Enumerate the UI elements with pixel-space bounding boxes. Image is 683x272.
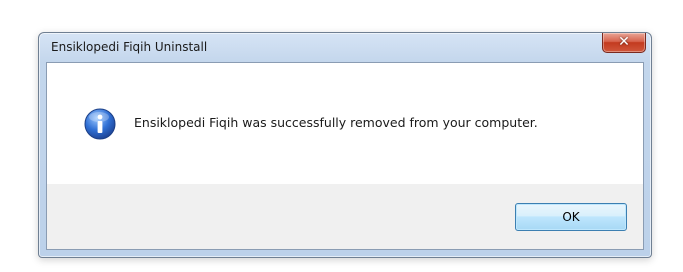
message-area: Ensiklopedi Fiqih was successfully remov…	[47, 63, 643, 184]
title-bar[interactable]: Ensiklopedi Fiqih Uninstall ✕	[39, 33, 651, 61]
dialog-client-area: Ensiklopedi Fiqih was successfully remov…	[46, 62, 644, 250]
dialog-window: Ensiklopedi Fiqih Uninstall ✕ Ensikloped…	[38, 32, 652, 258]
info-icon	[84, 108, 116, 140]
window-title: Ensiklopedi Fiqih Uninstall	[51, 40, 208, 54]
ok-button[interactable]: OK	[515, 203, 627, 231]
close-button[interactable]: ✕	[602, 33, 646, 53]
close-icon: ✕	[618, 34, 630, 50]
dialog-message: Ensiklopedi Fiqih was successfully remov…	[134, 115, 538, 130]
